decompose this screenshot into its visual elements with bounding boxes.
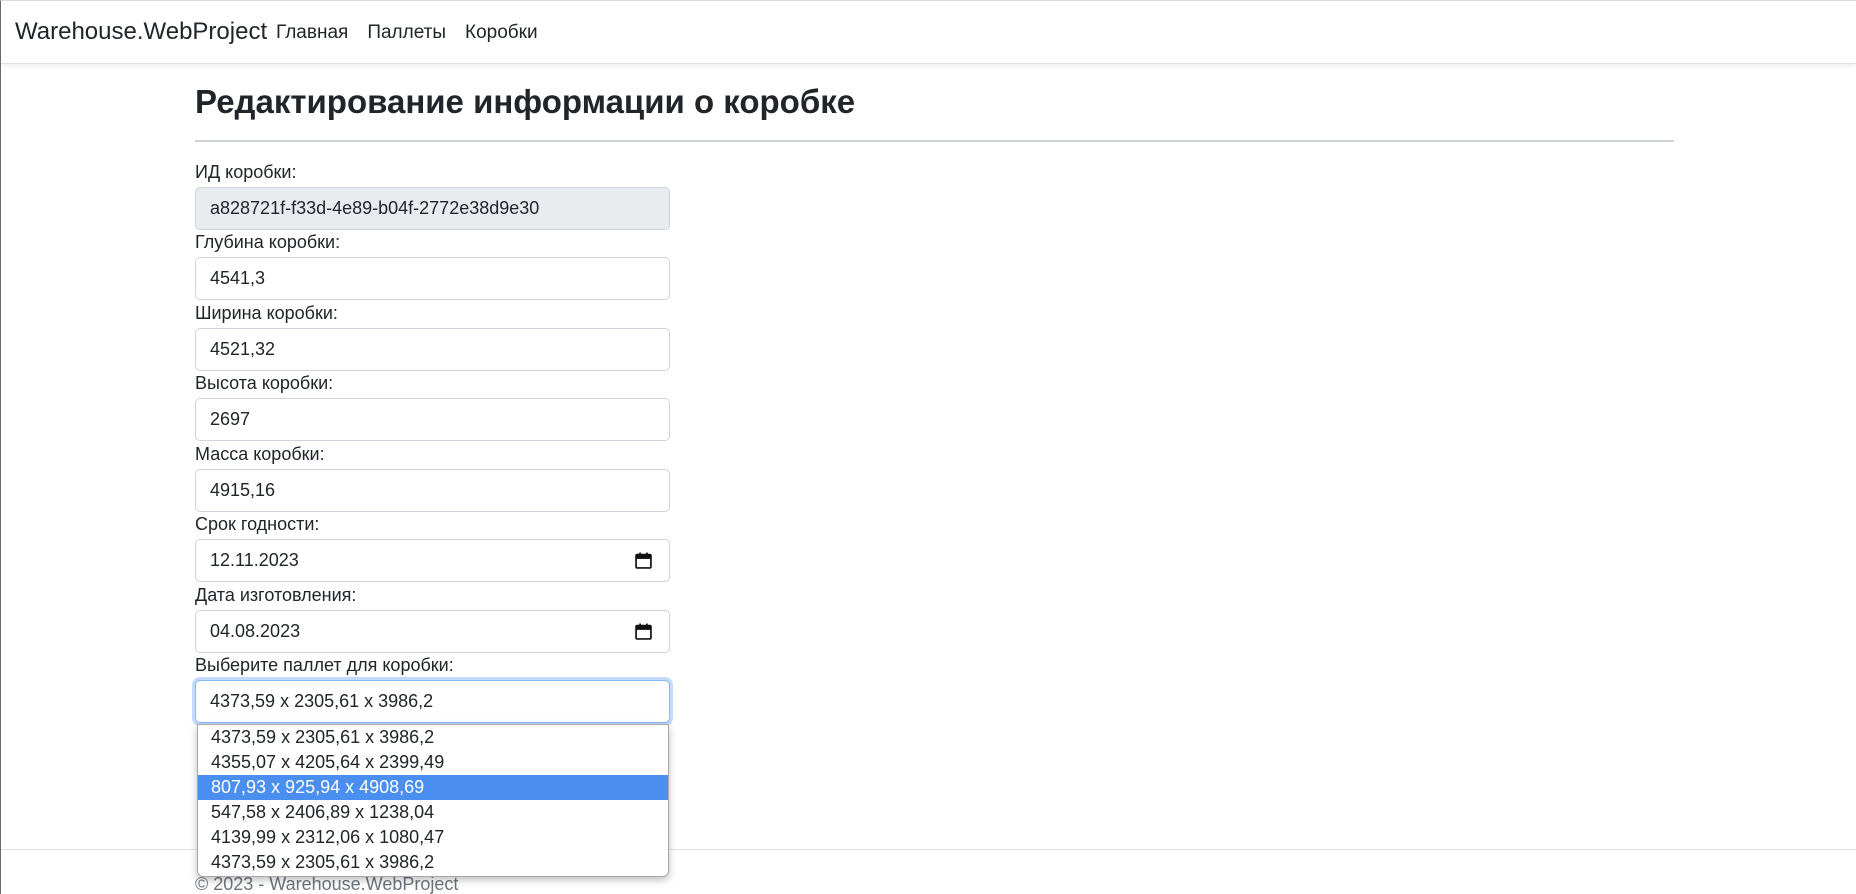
page-title: Редактирование информации о коробке (195, 83, 856, 120)
width-input[interactable]: 4521,32 (195, 328, 670, 371)
box-id-label: ИД коробки: (195, 162, 297, 182)
manufactured-label: Дата изготовления: (195, 585, 357, 605)
manufactured-date-value: 04.08.2023 (210, 621, 301, 641)
page: Warehouse.WebProject Главная Паллеты Кор… (0, 0, 1856, 894)
pallet-option[interactable]: 4355,07 x 4205,64 x 2399,49 (198, 750, 668, 775)
depth-label: Глубина коробки: (195, 232, 341, 252)
pallet-option[interactable]: 547,58 x 2406,89 x 1238,04 (198, 800, 668, 825)
footer-copyright: © 2023 - Warehouse.WebProject (195, 874, 459, 894)
manufactured-date-input[interactable]: 04.08.2023 (195, 610, 670, 653)
title-divider (195, 140, 1674, 142)
height-input[interactable]: 2697 (195, 398, 670, 441)
mass-label: Масса коробки: (195, 444, 325, 464)
pallet-option[interactable]: 4139,99 x 2312,06 x 1080,47 (198, 825, 668, 850)
pallet-dropdown-list: 4373,59 x 2305,61 x 3986,2 4355,07 x 420… (197, 724, 669, 877)
width-label: Ширина коробки: (195, 303, 338, 323)
calendar-icon[interactable] (635, 623, 652, 640)
expiry-date-input[interactable]: 12.11.2023 (195, 539, 670, 582)
pallet-select-label: Выберите паллет для коробки: (195, 655, 454, 675)
pallet-option[interactable]: 4373,59 x 2305,61 x 3986,2 (198, 725, 668, 750)
pallet-option-highlighted[interactable]: 807,93 x 925,94 x 4908,69 (198, 775, 668, 800)
pallet-option[interactable]: 4373,59 x 2305,61 x 3986,2 (198, 850, 668, 875)
nav-link-boxes[interactable]: Коробки (465, 22, 538, 44)
pallet-select[interactable]: 4373,59 x 2305,61 x 3986,2 (195, 680, 670, 723)
height-label: Высота коробки: (195, 373, 334, 393)
brand-link[interactable]: Warehouse.WebProject (15, 18, 267, 46)
depth-input[interactable]: 4541,3 (195, 257, 670, 300)
nav-link-pallets[interactable]: Паллеты (367, 22, 446, 44)
nav-link-home[interactable]: Главная (276, 22, 348, 44)
mass-input[interactable]: 4915,16 (195, 469, 670, 512)
box-id-field: a828721f-f33d-4e89-b04f-2772e38d9e30 (195, 187, 670, 230)
nav-links: Главная Паллеты Коробки (276, 22, 557, 44)
navbar: Warehouse.WebProject Главная Паллеты Кор… (1, 1, 1856, 64)
calendar-icon[interactable] (635, 552, 652, 569)
expiry-label: Срок годности: (195, 514, 320, 534)
expiry-date-value: 12.11.2023 (210, 550, 299, 570)
